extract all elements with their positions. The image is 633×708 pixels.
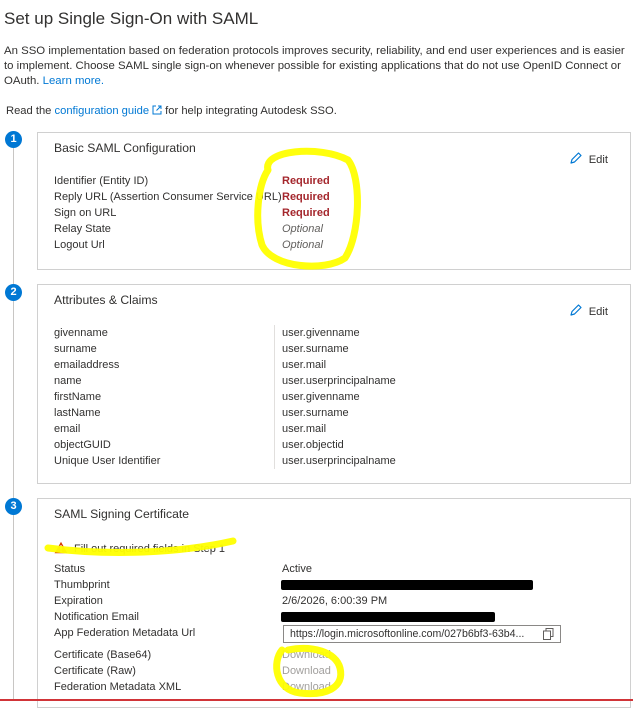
claim-name: firstName (54, 391, 102, 403)
attributes-edit-button[interactable]: Edit (569, 303, 608, 320)
attributes-edit-label: Edit (588, 305, 608, 318)
claim-name: emailaddress (54, 359, 120, 371)
column-divider (274, 325, 275, 469)
intro-text: An SSO implementation based on federatio… (4, 44, 630, 89)
metadata-url-value: https://login.microsoftonline.com/027b6b… (290, 628, 525, 640)
notification-email-label: Notification Email (54, 611, 139, 623)
field-label: Sign on URL (54, 207, 117, 219)
basic-saml-card: Basic SAML Configuration Edit Identifier… (37, 132, 631, 270)
claim-value: user.givenname (282, 327, 360, 339)
step-connector (13, 301, 14, 498)
external-link-icon (152, 105, 162, 118)
basic-saml-edit-button[interactable]: Edit (569, 151, 608, 168)
claim-value: user.surname (282, 407, 349, 419)
metadata-url-field[interactable]: https://login.microsoftonline.com/027b6b… (283, 625, 561, 643)
copy-icon[interactable] (543, 628, 554, 642)
signing-certificate-card: SAML Signing Certificate Fill out requir… (37, 498, 631, 708)
claim-name: surname (54, 343, 97, 355)
guide-suffix: for help integrating Autodesk SSO. (165, 105, 337, 117)
field-value-required: Required (282, 191, 330, 203)
configuration-guide-link-text: configuration guide (54, 105, 150, 117)
expiration-value: 2/6/2026, 6:00:39 PM (282, 595, 388, 607)
claim-name: givenname (54, 327, 108, 339)
learn-more-link[interactable]: Learn more. (43, 75, 104, 87)
claim-value: user.mail (282, 423, 327, 435)
step-1-badge: 1 (5, 131, 22, 148)
claim-value: user.userprincipalname (282, 455, 396, 467)
metadata-url-label: App Federation Metadata Url (54, 627, 196, 639)
claim-value: user.userprincipalname (282, 375, 396, 387)
configuration-guide-link[interactable]: configuration guide (55, 105, 163, 117)
pencil-icon (569, 303, 583, 320)
certificate-warning-text: Fill out required fields in Step 1 (74, 543, 226, 555)
basic-saml-edit-label: Edit (588, 153, 608, 166)
claim-name: Unique User Identifier (54, 455, 161, 467)
certificate-raw-label: Certificate (Raw) (54, 665, 136, 677)
pencil-icon (569, 151, 583, 168)
signing-certificate-title: SAML Signing Certificate (54, 507, 190, 521)
expiration-label: Expiration (54, 595, 103, 607)
step-2-badge: 2 (5, 284, 22, 301)
field-value-optional: Optional (282, 239, 323, 251)
status-label: Status (54, 563, 86, 575)
field-label: Relay State (54, 223, 111, 235)
field-label: Reply URL (Assertion Consumer Service UR… (54, 191, 282, 203)
notification-email-redaction (281, 612, 495, 622)
warning-icon (54, 541, 68, 557)
certificate-warning: Fill out required fields in Step 1 (54, 541, 225, 557)
field-label: Logout Url (54, 239, 105, 251)
download-raw-link[interactable]: Download (282, 663, 331, 679)
claim-name: email (54, 423, 81, 435)
basic-saml-title: Basic SAML Configuration (54, 141, 196, 155)
federation-metadata-xml-label: Federation Metadata XML (54, 681, 182, 693)
field-value-required: Required (282, 207, 330, 219)
claim-value: user.mail (282, 359, 327, 371)
thumbprint-redaction (281, 580, 533, 590)
claim-value: user.surname (282, 343, 349, 355)
claim-value: user.objectid (282, 439, 344, 451)
guide-line: Read the configuration guide for help in… (6, 105, 337, 118)
step-connector (13, 515, 14, 701)
thumbprint-label: Thumbprint (54, 579, 110, 591)
field-value-optional: Optional (282, 223, 323, 235)
claim-name: lastName (54, 407, 101, 419)
field-label: Identifier (Entity ID) (54, 175, 149, 187)
field-value-required: Required (282, 175, 330, 187)
claim-name: name (54, 375, 82, 387)
step-connector (13, 148, 14, 285)
step-3-badge: 3 (5, 498, 22, 515)
download-metadata-xml-link[interactable]: Download (282, 679, 331, 695)
certificate-base64-label: Certificate (Base64) (54, 649, 152, 661)
claim-value: user.givenname (282, 391, 360, 403)
attributes-claims-card: Attributes & Claims Edit givenname surna… (37, 284, 631, 484)
guide-prefix: Read the (6, 105, 52, 117)
download-base64-link[interactable]: Download (282, 647, 331, 663)
attributes-claims-title: Attributes & Claims (54, 293, 158, 307)
status-value: Active (282, 563, 312, 575)
page-title: Set up Single Sign-On with SAML (4, 9, 259, 28)
claim-name: objectGUID (54, 439, 111, 451)
